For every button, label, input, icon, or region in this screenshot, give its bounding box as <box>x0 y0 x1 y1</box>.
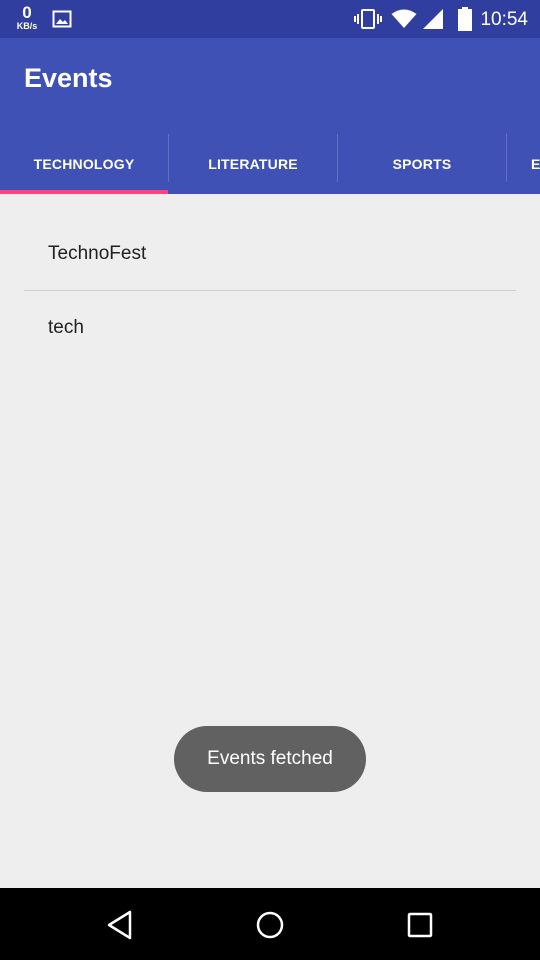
tab-literature[interactable]: LITERATURE <box>169 134 337 194</box>
list-item[interactable]: tech <box>24 291 516 364</box>
battery-icon <box>458 7 472 36</box>
network-speed-value: 0 <box>22 3 32 22</box>
status-bar: 0 KB/s 10:54 <box>0 0 540 38</box>
network-speed-unit: KB/s <box>16 21 38 31</box>
list-item[interactable]: TechnoFest <box>24 194 516 291</box>
tab-sports[interactable]: SPORTS <box>338 134 506 194</box>
vibrate-icon <box>354 8 382 35</box>
event-name: tech <box>48 316 84 338</box>
app-bar: Events TECHNOLOGY LITERATURE SPORTS E <box>0 38 540 194</box>
event-list: TechnoFest tech <box>24 194 516 364</box>
signal-icon <box>422 8 444 35</box>
recents-icon[interactable] <box>403 908 437 942</box>
tab-technology[interactable]: TECHNOLOGY <box>0 134 168 194</box>
image-icon <box>52 9 72 34</box>
page-title: Events <box>24 63 113 93</box>
clock: 10:54 <box>480 9 528 30</box>
network-speed: 0 KB/s <box>12 4 42 31</box>
toast-message: Events fetched <box>207 748 333 769</box>
event-name: TechnoFest <box>48 243 147 264</box>
navigation-bar <box>0 888 540 960</box>
tab-partial[interactable]: E <box>507 134 540 194</box>
wifi-icon <box>391 9 417 34</box>
toast: Events fetched <box>174 726 366 792</box>
home-icon[interactable] <box>253 908 287 942</box>
tab-bar: TECHNOLOGY LITERATURE SPORTS E <box>0 134 540 194</box>
back-icon[interactable] <box>103 908 137 942</box>
